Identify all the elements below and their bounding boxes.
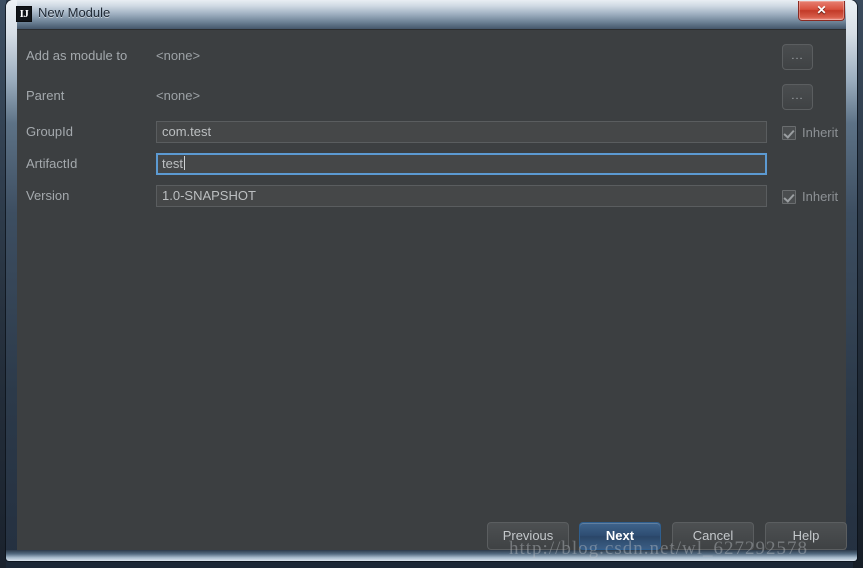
text-caret — [183, 156, 185, 170]
label-groupid: GroupId — [26, 124, 73, 139]
label-add-as-module-to: Add as module to — [26, 48, 128, 63]
groupid-input[interactable]: com.test — [156, 121, 767, 143]
artifactid-input[interactable]: test — [156, 153, 767, 175]
version-input[interactable]: 1.0-SNAPSHOT — [156, 185, 767, 207]
window-frame-right — [846, 0, 857, 561]
label-artifactid: ArtifactId — [26, 156, 78, 171]
next-button[interactable]: Next — [579, 522, 661, 550]
window-title: New Module — [38, 5, 111, 20]
new-module-dialog-window: IJ New Module ✕ Add as module to <none> … — [6, 0, 857, 561]
close-button[interactable]: ✕ — [798, 1, 845, 21]
window-frame-bottom — [6, 550, 857, 561]
artifactid-input-text: test — [162, 156, 183, 171]
dialog-content: Add as module to <none> ... Parent <none… — [17, 29, 847, 550]
browse-button-parent[interactable]: ... — [782, 84, 813, 110]
label-version: Version — [26, 188, 70, 203]
help-button[interactable]: Help — [765, 522, 847, 550]
checkbox-checked-icon[interactable] — [782, 125, 796, 140]
value-parent: <none> — [156, 88, 201, 103]
close-icon: ✕ — [816, 3, 827, 17]
window-frame-left — [6, 0, 17, 561]
intellij-idea-icon: IJ — [16, 6, 32, 22]
ellipsis-icon: ... — [791, 90, 804, 102]
previous-button[interactable]: Previous — [487, 522, 569, 550]
inherit-checkbox-version[interactable]: Inherit — [782, 189, 838, 204]
value-add-as-module-to: <none> — [156, 48, 201, 63]
checkbox-checked-icon[interactable] — [782, 189, 796, 204]
browse-button-add-as-module-to[interactable]: ... — [782, 44, 813, 70]
inherit-checkbox-groupid[interactable]: Inherit — [782, 125, 838, 140]
cancel-button[interactable]: Cancel — [672, 522, 754, 550]
ellipsis-icon: ... — [791, 50, 804, 62]
label-parent: Parent — [26, 88, 65, 103]
inherit-label-version: Inherit — [802, 189, 839, 204]
inherit-label-groupid: Inherit — [802, 125, 839, 140]
window-titlebar[interactable]: IJ New Module ✕ — [6, 0, 857, 29]
